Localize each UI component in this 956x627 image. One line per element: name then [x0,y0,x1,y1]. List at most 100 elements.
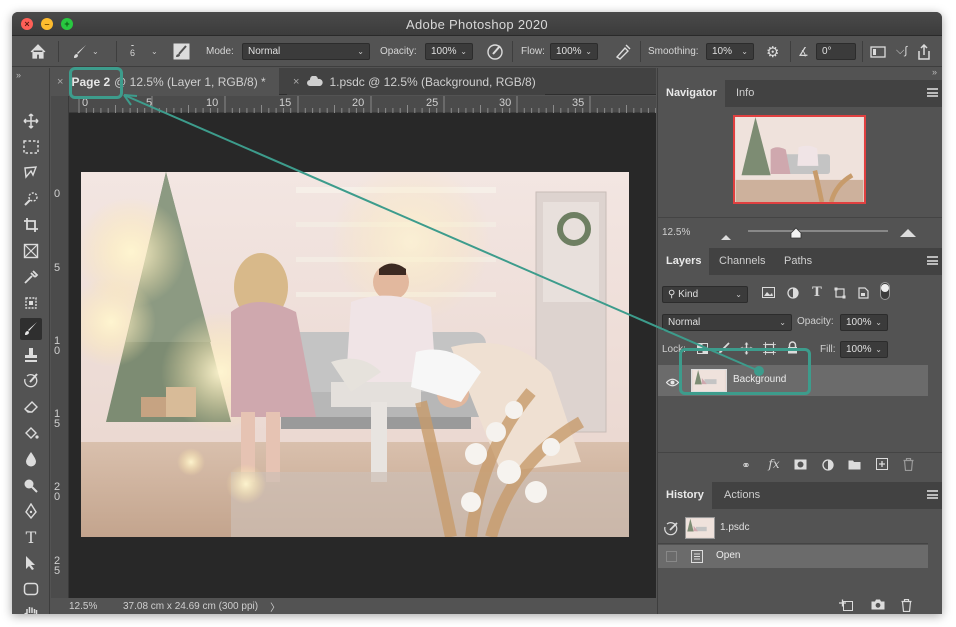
move-tool-icon[interactable] [20,110,42,132]
brush-tool-icon[interactable] [20,318,42,340]
layer-filter-kind-value: Kind [678,289,699,300]
ruler-tick-label: 5 [54,262,61,274]
cloud-document-icon [307,74,324,89]
new-group-icon[interactable] [846,459,862,473]
pressure-size-icon[interactable] [870,42,886,61]
brush-size-picker[interactable]: 6 [130,39,135,58]
airbrush-icon[interactable] [614,42,632,61]
history-state-row[interactable]: Open [658,545,928,568]
path-selection-tool-icon[interactable] [20,552,42,574]
panel-menu-icon[interactable] [927,490,938,499]
camera-icon[interactable] [870,599,886,613]
pen-tool-icon[interactable] [20,500,42,522]
zoom-out-icon[interactable] [720,228,732,246]
symmetry-icon[interactable]: ⌵∫ [896,42,907,61]
new-layer-icon[interactable] [874,458,890,473]
blur-tool-icon[interactable] [20,448,42,470]
collapse-panels-icon[interactable]: » [932,67,937,77]
canvas-area[interactable] [69,113,656,598]
clone-stamp-tool-icon[interactable] [20,344,42,366]
navigator-zoom-value[interactable]: 12.5% [662,227,690,238]
brush-preset-picker[interactable]: ⌄ [72,42,99,61]
document-image [81,172,629,537]
chevron-down-icon[interactable]: ⌄ [151,42,158,61]
new-document-from-state-icon[interactable] [838,599,854,614]
status-zoom[interactable]: 12.5% [69,601,115,612]
mode-select[interactable]: Normal ⌄ [242,43,370,60]
filter-type-icon[interactable]: T [809,285,825,300]
ruler-tick-label: 10 [206,97,219,109]
filter-smart-object-icon[interactable] [855,287,871,302]
tab-history[interactable]: History [658,482,712,509]
angle-field[interactable]: 0° [816,43,856,60]
panel-menu-icon[interactable] [927,256,938,265]
tab-navigator[interactable]: Navigator [658,80,725,107]
brush-panel-toggle-icon[interactable] [173,42,190,61]
tab-actions[interactable]: Actions [716,482,768,509]
type-tool-icon[interactable]: T [20,526,42,548]
opacity-field[interactable]: 100% ⌄ [425,43,473,60]
lasso-tool-icon[interactable] [20,162,42,184]
panel-menu-icon[interactable] [927,88,938,97]
flow-value: 100% [556,46,582,57]
ruler-tick-label: 30 [499,97,512,109]
pressure-opacity-icon[interactable] [486,42,504,61]
close-tab-icon[interactable]: × [293,76,299,88]
fx-icon[interactable]: fx [766,457,782,471]
angle-value: 0° [822,46,832,57]
filter-adjustment-icon[interactable] [785,287,801,302]
eyedropper-tool-icon[interactable] [20,266,42,288]
navigator-zoom-slider[interactable] [748,230,888,232]
opacity-value: 100% [431,46,457,57]
marquee-tool-icon[interactable] [20,136,42,158]
gear-icon[interactable]: ⚙ [766,42,779,61]
tab-info[interactable]: Info [728,80,762,107]
tab-channels[interactable]: Channels [711,248,773,275]
flow-field[interactable]: 100% ⌄ [550,43,598,60]
status-more-button[interactable]: 〉 [270,599,280,614]
tab-1-psdc[interactable]: × 1.psdc @ 12.5% (Background, RGB/8) [287,68,545,95]
tab-paths[interactable]: Paths [776,248,820,275]
trash-icon[interactable] [900,457,916,474]
adjustment-layer-icon[interactable] [820,459,836,474]
filter-shape-icon[interactable] [832,287,848,302]
crop-tool-icon[interactable] [20,214,42,236]
trash-icon[interactable] [898,598,914,614]
vertical-ruler[interactable]: 0 5 1 0 1 5 2 0 2 5 [51,96,69,598]
horizontal-ruler[interactable]: 0 5 10 15 20 25 30 35 [69,96,656,113]
filter-pixel-icon[interactable] [760,287,776,301]
eye-icon[interactable] [665,374,680,392]
hand-tool-icon[interactable] [20,602,42,614]
navigator-thumbnail[interactable] [733,115,866,204]
link-layers-icon[interactable]: ⚭ [738,459,754,472]
quick-selection-tool-icon[interactable] [20,188,42,210]
zoom-in-icon[interactable] [899,225,917,243]
smoothing-field[interactable]: 10% ⌄ [706,43,754,60]
dodge-tool-icon[interactable] [20,474,42,496]
history-brush-tool-icon[interactable] [20,370,42,392]
filter-toggle-switch[interactable] [880,282,890,300]
highlight-tab-page-2 [69,67,123,99]
blend-mode-select[interactable]: Normal ⌄ [662,314,792,331]
paint-bucket-tool-icon[interactable] [20,422,42,444]
add-mask-icon[interactable] [792,459,808,473]
tab-layers[interactable]: Layers [658,248,710,275]
history-brush-source-icon[interactable] [664,522,678,541]
layer-opacity-field[interactable]: 100% ⌄ [840,314,888,331]
rectangle-tool-icon[interactable] [20,578,42,600]
history-snapshot-row[interactable]: 1.psdc [658,515,928,543]
share-icon[interactable] [916,42,932,61]
healing-brush-tool-icon[interactable] [20,292,42,314]
close-tab-icon[interactable]: × [57,76,63,88]
frame-tool-icon[interactable] [20,240,42,262]
home-icon[interactable] [30,42,46,61]
history-source-checkbox[interactable] [666,551,677,562]
fill-field[interactable]: 100% ⌄ [840,341,888,358]
layer-filter-kind[interactable]: ⚲ Kind ⌄ [662,286,748,303]
collapse-toolbar-icon[interactable]: » [16,70,21,80]
zoom-slider-handle[interactable] [790,226,802,244]
app-title: Adobe Photoshop 2020 [406,17,548,32]
layers-footer-toolbar: ⚭ fx [658,452,942,477]
smoothing-value: 10% [712,46,733,57]
eraser-tool-icon[interactable] [20,396,42,418]
